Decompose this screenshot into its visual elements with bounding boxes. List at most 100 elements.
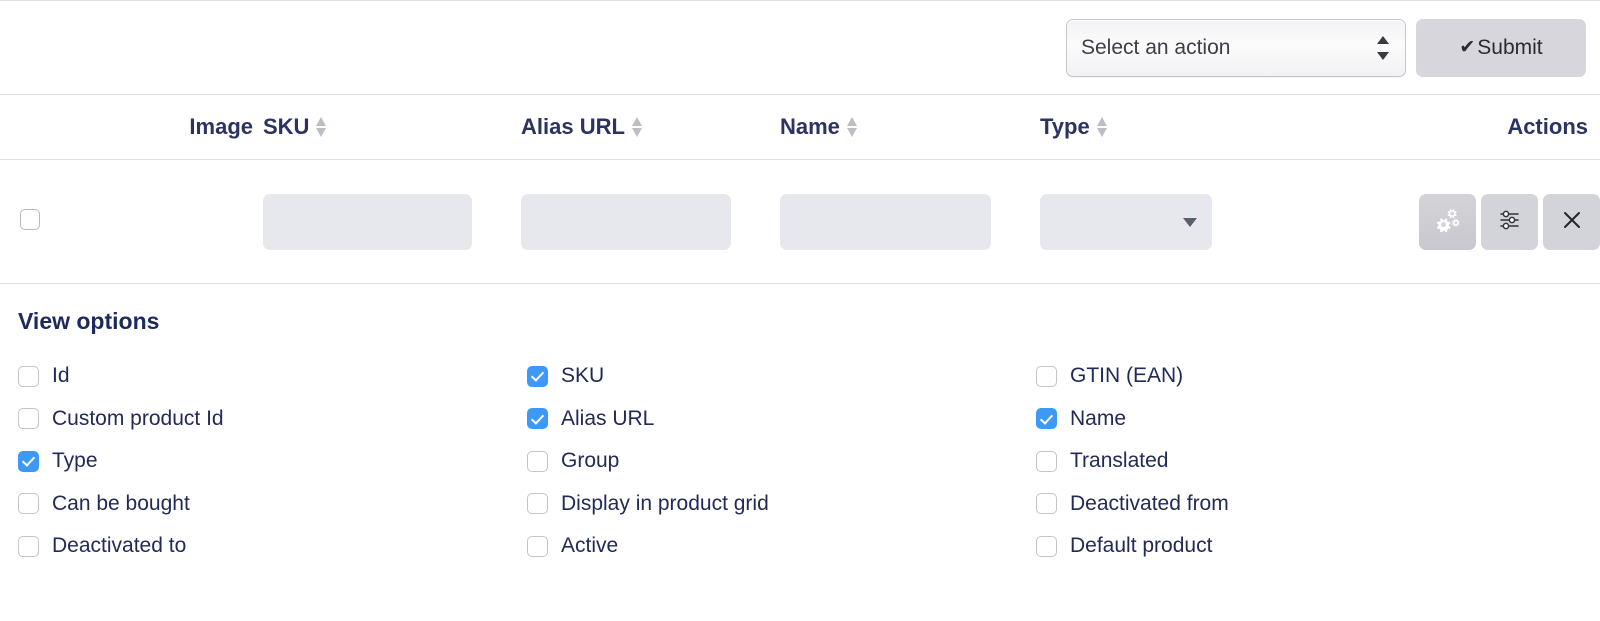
view-options-title: View options bbox=[18, 308, 160, 334]
sort-updown-icon[interactable] bbox=[846, 114, 858, 140]
clear-button[interactable] bbox=[1543, 193, 1600, 250]
view-options-column-2: SKU Alias URL Group Display in product g… bbox=[527, 355, 1036, 568]
view-option-translated[interactable]: Translated bbox=[1036, 440, 1600, 483]
checkbox-alias-url[interactable] bbox=[527, 408, 548, 430]
view-option-default-product-label: Default product bbox=[1070, 534, 1213, 558]
column-header-name-label: Name bbox=[780, 114, 840, 139]
filter-row-sku-cell bbox=[263, 160, 521, 284]
sort-updown-icon[interactable] bbox=[316, 114, 327, 140]
checkbox-custom-product-id[interactable] bbox=[18, 408, 39, 430]
checkbox-deactivated-to[interactable] bbox=[18, 535, 39, 557]
filter-row bbox=[0, 159, 1600, 284]
type-filter-select[interactable] bbox=[1040, 193, 1212, 250]
checkbox-name[interactable] bbox=[1036, 408, 1057, 430]
checkbox-gtin-ean[interactable] bbox=[1036, 365, 1057, 387]
view-option-display-in-product-grid[interactable]: Display in product grid bbox=[527, 483, 1036, 526]
column-header-image-label: Image bbox=[189, 114, 253, 139]
close-x-icon bbox=[1560, 208, 1584, 235]
name-filter-input[interactable] bbox=[780, 193, 991, 250]
column-header-sku-label: SKU bbox=[263, 114, 310, 139]
filter-row-name-cell bbox=[780, 160, 1040, 284]
filter-row-actions-cell bbox=[1340, 160, 1600, 284]
checkbox-translated[interactable] bbox=[1036, 450, 1057, 472]
checkbox-default-product[interactable] bbox=[1036, 535, 1057, 557]
check-icon: ✔ bbox=[1459, 37, 1476, 58]
bulk-action-select-value: Select an action bbox=[1081, 35, 1231, 59]
view-option-display-in-product-grid-label: Display in product grid bbox=[561, 491, 769, 515]
column-header-alias-url-label: Alias URL bbox=[521, 114, 625, 139]
view-option-active-label: Active bbox=[561, 534, 619, 558]
view-option-type-label: Type bbox=[52, 449, 98, 473]
submit-button-label: Submit bbox=[1477, 35, 1543, 59]
view-option-sku-label: SKU bbox=[561, 364, 605, 388]
view-option-alias-url[interactable]: Alias URL bbox=[527, 398, 1036, 441]
column-header-actions: Actions bbox=[1340, 95, 1600, 160]
checkbox-deactivated-from[interactable] bbox=[1036, 493, 1057, 515]
column-header-name[interactable]: Name bbox=[780, 95, 1040, 160]
view-option-translated-label: Translated bbox=[1070, 449, 1169, 473]
filters-sliders-button[interactable] bbox=[1481, 193, 1538, 250]
filter-row-alias-cell bbox=[521, 160, 780, 284]
checkbox-can-be-bought[interactable] bbox=[18, 493, 39, 515]
select-all-checkbox[interactable] bbox=[20, 208, 40, 230]
view-option-gtin-ean[interactable]: GTIN (EAN) bbox=[1036, 355, 1600, 398]
sliders-icon bbox=[1498, 208, 1522, 235]
table-header: Image SKU Alias URL Name Type Actions bbox=[0, 95, 1600, 160]
column-header-sku[interactable]: SKU bbox=[263, 95, 521, 160]
bulk-action-select[interactable]: Select an action bbox=[1066, 18, 1406, 77]
alias-url-filter-input[interactable] bbox=[521, 193, 731, 250]
column-header-image: Image bbox=[60, 95, 263, 160]
view-options-column-1: Id Custom product Id Type Can be bought … bbox=[18, 355, 527, 568]
checkbox-display-in-product-grid[interactable] bbox=[527, 493, 548, 515]
view-option-group-label: Group bbox=[561, 449, 620, 473]
checkbox-sku[interactable] bbox=[527, 365, 548, 387]
view-options-grid: Id Custom product Id Type Can be bought … bbox=[18, 355, 1600, 568]
column-header-actions-label: Actions bbox=[1507, 114, 1588, 139]
bulk-action-bar: Select an action ✔ Submit bbox=[0, 1, 1600, 94]
view-option-id[interactable]: Id bbox=[18, 355, 527, 398]
view-option-type[interactable]: Type bbox=[18, 440, 527, 483]
settings-gears-button[interactable] bbox=[1419, 193, 1476, 250]
table-body bbox=[0, 159, 1600, 284]
column-header-type[interactable]: Type bbox=[1040, 95, 1340, 160]
view-option-can-be-bought[interactable]: Can be bought bbox=[18, 483, 527, 526]
filter-row-image-cell bbox=[60, 160, 263, 284]
view-options-column-3: GTIN (EAN) Name Translated Deactivated f… bbox=[1036, 355, 1600, 568]
caret-down-icon bbox=[1183, 217, 1197, 227]
sku-filter-input[interactable] bbox=[263, 193, 472, 250]
view-option-deactivated-to[interactable]: Deactivated to bbox=[18, 525, 527, 568]
sort-updown-icon[interactable] bbox=[631, 114, 643, 140]
table-header-row: Image SKU Alias URL Name Type Actions bbox=[0, 95, 1600, 160]
view-option-sku[interactable]: SKU bbox=[527, 355, 1036, 398]
view-option-alias-url-label: Alias URL bbox=[561, 406, 655, 430]
gears-icon bbox=[1435, 207, 1461, 236]
view-option-active[interactable]: Active bbox=[527, 525, 1036, 568]
view-option-group[interactable]: Group bbox=[527, 440, 1036, 483]
filter-row-type-cell bbox=[1040, 160, 1340, 284]
view-option-custom-product-id-label: Custom product Id bbox=[52, 406, 224, 430]
view-option-deactivated-from-label: Deactivated from bbox=[1070, 491, 1229, 515]
column-header-type-label: Type bbox=[1040, 114, 1090, 139]
view-option-default-product[interactable]: Default product bbox=[1036, 525, 1600, 568]
row-action-button-group bbox=[1419, 193, 1600, 250]
view-option-name-label: Name bbox=[1070, 406, 1127, 430]
stepper-updown-icon bbox=[1377, 33, 1391, 63]
submit-button[interactable]: ✔ Submit bbox=[1416, 18, 1586, 77]
view-option-custom-product-id[interactable]: Custom product Id bbox=[18, 398, 527, 441]
view-option-deactivated-to-label: Deactivated to bbox=[52, 534, 187, 558]
view-option-id-label: Id bbox=[52, 364, 70, 388]
filter-row-select-cell bbox=[0, 160, 60, 284]
sort-updown-icon[interactable] bbox=[1096, 114, 1108, 140]
view-option-gtin-ean-label: GTIN (EAN) bbox=[1070, 364, 1184, 388]
checkbox-type[interactable] bbox=[18, 450, 39, 472]
checkbox-active[interactable] bbox=[527, 535, 548, 557]
checkbox-id[interactable] bbox=[18, 365, 39, 387]
view-option-can-be-bought-label: Can be bought bbox=[52, 491, 190, 515]
column-header-alias-url[interactable]: Alias URL bbox=[521, 95, 780, 160]
view-options-panel: View options Id Custom product Id Type C… bbox=[0, 284, 1600, 568]
products-table: Image SKU Alias URL Name Type Actions bbox=[0, 95, 1600, 284]
view-option-name[interactable]: Name bbox=[1036, 398, 1600, 441]
header-select-all bbox=[0, 95, 60, 160]
view-option-deactivated-from[interactable]: Deactivated from bbox=[1036, 483, 1600, 526]
checkbox-group[interactable] bbox=[527, 450, 548, 472]
